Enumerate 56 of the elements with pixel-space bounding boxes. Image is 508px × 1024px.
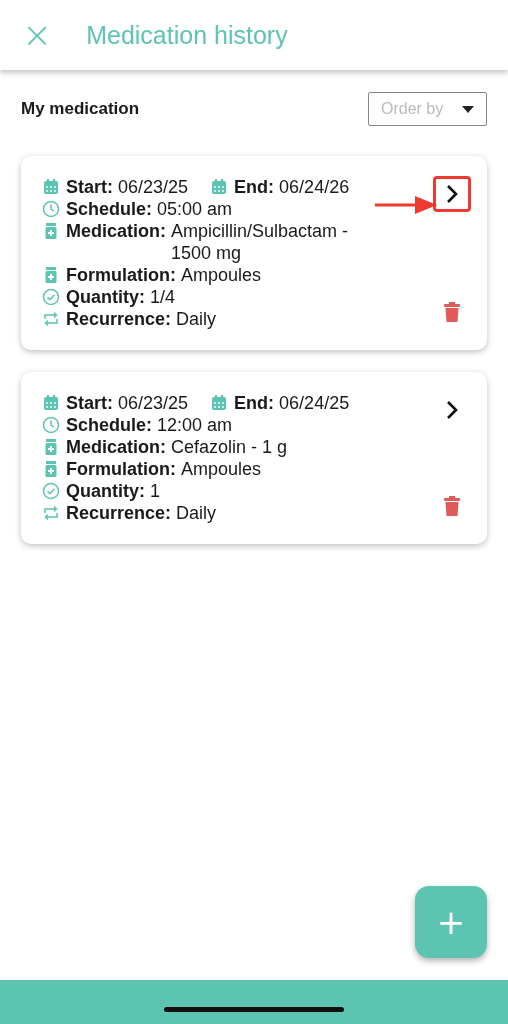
- calendar-icon: [210, 394, 229, 412]
- field-label: Recurrence:: [66, 308, 172, 330]
- add-button[interactable]: +: [415, 886, 487, 958]
- window-title: Medication history: [86, 20, 288, 50]
- pointer-arrow: [375, 195, 437, 215]
- field-label: Quantity:: [66, 286, 145, 308]
- field-label: Schedule:: [66, 414, 153, 436]
- delete-button[interactable]: [444, 496, 460, 516]
- field-label: Quantity:: [66, 480, 145, 502]
- repeat-icon: [42, 504, 60, 522]
- field-value: Ampoules: [181, 458, 263, 480]
- calendar-icon: [210, 178, 229, 196]
- medicine-bottle-icon: [42, 222, 60, 240]
- field-value: 12:00 am: [157, 414, 234, 436]
- field-value: 06/24/25: [279, 392, 350, 414]
- field-label: Start:: [66, 392, 113, 414]
- field-value: Daily: [176, 502, 218, 524]
- field-label: Medication:: [66, 220, 166, 242]
- field-label: End:: [234, 176, 275, 198]
- field-value: Ampicillin/Sulbactam - 1500 mg: [171, 220, 350, 264]
- chevron-right-icon: [445, 400, 459, 420]
- field-label: Start:: [66, 176, 113, 198]
- field-label: Formulation:: [66, 264, 176, 286]
- field-value: Cefazolin - 1 g: [171, 436, 289, 458]
- field-label: Medication:: [66, 436, 166, 458]
- field-value: 1/4: [150, 286, 177, 308]
- chevron-right-icon: [445, 184, 459, 204]
- field-value: Ampoules: [181, 264, 263, 286]
- field-label: Recurrence:: [66, 502, 172, 524]
- clock-icon: [42, 200, 60, 218]
- medicine-bottle-icon: [42, 266, 60, 284]
- field-value: 05:00 am: [157, 198, 234, 220]
- check-circle-icon: [42, 288, 60, 306]
- medicine-bottle-icon: [42, 438, 60, 456]
- section-title: My medication: [21, 99, 140, 119]
- clock-icon: [42, 416, 60, 434]
- field-label: Schedule:: [66, 198, 153, 220]
- check-circle-icon: [42, 482, 60, 500]
- delete-button[interactable]: [444, 302, 460, 322]
- medicine-bottle-icon: [42, 460, 60, 478]
- field-label: Formulation:: [66, 458, 176, 480]
- order-by-dropdown[interactable]: Order by: [368, 92, 487, 126]
- field-value: 06/23/25: [118, 176, 189, 198]
- trash-icon: [444, 496, 460, 516]
- caret-icon: [462, 105, 474, 113]
- close-button[interactable]: ×: [22, 17, 53, 53]
- field-value: 06/24/26: [279, 176, 350, 198]
- calendar-icon: [42, 394, 60, 412]
- field-value: 1: [150, 480, 161, 502]
- repeat-icon: [42, 310, 60, 328]
- field-label: End:: [234, 392, 275, 414]
- trash-icon: [444, 302, 460, 322]
- open-details-button[interactable]: [433, 176, 471, 212]
- calendar-icon: [42, 178, 60, 196]
- field-value: 06/23/25: [118, 392, 189, 414]
- field-value: Daily: [176, 308, 218, 330]
